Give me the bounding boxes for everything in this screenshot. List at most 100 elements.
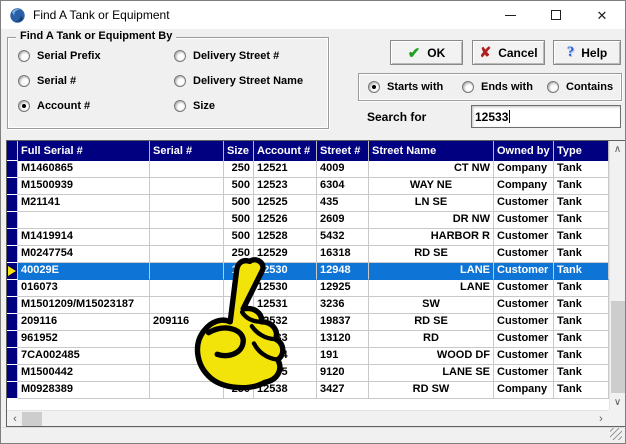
table-row[interactable]: M2114150012525435LN SECustomerTank	[7, 195, 625, 212]
table-row[interactable]: M1500442250125359120LANE SECustomerTank	[7, 365, 625, 382]
cell-owned_by: Customer	[494, 195, 554, 212]
help-button[interactable]: ? Help	[553, 40, 621, 65]
title-bar: Find A Tank or Equipment ✕	[1, 1, 625, 29]
row-indicator	[7, 331, 18, 348]
table-row[interactable]: M1460865250125214009CT NWCompanyTank	[7, 161, 625, 178]
cell-size	[224, 348, 254, 365]
minimize-button[interactable]	[487, 1, 533, 29]
table-row[interactable]: 2091162091161253219837RD SECustomerTank	[7, 314, 625, 331]
row-indicator	[7, 195, 18, 212]
maximize-icon	[551, 10, 561, 20]
cell-size: 500	[224, 229, 254, 246]
close-icon: ✕	[597, 9, 608, 22]
table-row[interactable]: M1500939500125236304WAY NECompanyTank	[7, 178, 625, 195]
radio-size[interactable]: Size	[174, 100, 215, 112]
cell-street_name: WAY NE	[369, 178, 494, 195]
scroll-right-icon[interactable]: ›	[593, 411, 609, 427]
cell-street_no: 6304	[317, 178, 369, 195]
scrollbar-corner	[609, 410, 625, 426]
cell-type: Tank	[554, 263, 609, 280]
cell-serial	[150, 161, 224, 178]
maximize-button[interactable]	[533, 1, 579, 29]
cell-owned_by: Customer	[494, 348, 554, 365]
cell-serial	[150, 365, 224, 382]
radio-account-number[interactable]: Account #	[18, 100, 90, 112]
ok-button[interactable]: ✔ OK	[390, 40, 463, 65]
cell-size: 250	[224, 382, 254, 399]
radio-icon	[368, 81, 380, 93]
vertical-scrollbar[interactable]: ∧ ∨	[609, 141, 625, 410]
column-header: Street #	[317, 141, 369, 161]
cancel-label: Cancel	[498, 46, 537, 60]
radio-label: Starts with	[387, 81, 443, 93]
cell-owned_by: Customer	[494, 229, 554, 246]
table-row[interactable]: 0160733251253012925LANECustomerTank	[7, 280, 625, 297]
cell-owned_by: Customer	[494, 246, 554, 263]
cell-full_serial: M1460865	[18, 161, 150, 178]
cell-account: 12521	[254, 161, 317, 178]
row-indicator	[7, 382, 18, 399]
cell-street_name: WOOD DF	[369, 348, 494, 365]
radio-delivery-street-number[interactable]: Delivery Street #	[174, 50, 279, 62]
radio-label: Serial Prefix	[37, 50, 101, 62]
horizontal-scrollbar[interactable]: ‹ ›	[7, 410, 609, 426]
scroll-left-icon[interactable]: ‹	[7, 411, 23, 427]
cell-full_serial: M0928389	[18, 382, 150, 399]
scroll-up-icon[interactable]: ∧	[610, 141, 625, 157]
cell-owned_by: Company	[494, 161, 554, 178]
table-row[interactable]: 7CA00248512534191WOOD DFCustomerTank	[7, 348, 625, 365]
table-row[interactable]: 40029E1201253012948LANECustomerTank	[7, 263, 625, 280]
cell-serial: 209116	[150, 314, 224, 331]
table-row[interactable]: M02477542501252916318RD SECustomerTank	[7, 246, 625, 263]
cell-size: 250	[224, 365, 254, 382]
table-row[interactable]: M0928389250125383427RD SWCompanyTank	[7, 382, 625, 399]
cell-type: Tank	[554, 212, 609, 229]
cell-serial	[150, 280, 224, 297]
radio-label: Contains	[566, 81, 613, 93]
cell-street_name: RD SW	[369, 382, 494, 399]
radio-contains[interactable]: Contains	[547, 81, 613, 93]
cell-street_no: 3427	[317, 382, 369, 399]
cell-owned_by: Customer	[494, 314, 554, 331]
cell-street_name: LANE SE	[369, 365, 494, 382]
cell-street_no: 9120	[317, 365, 369, 382]
cell-owned_by: Customer	[494, 331, 554, 348]
resize-grip-icon[interactable]	[610, 428, 622, 440]
table-row[interactable]: 9619521253313120RDCustomerTank	[7, 331, 625, 348]
column-header: Owned by	[494, 141, 554, 161]
cell-account: 12532	[254, 314, 317, 331]
cell-size: 500	[224, 195, 254, 212]
cell-street_no: 4009	[317, 161, 369, 178]
cell-serial	[150, 212, 224, 229]
vertical-scrollbar-thumb[interactable]	[611, 301, 625, 393]
radio-label: Delivery Street #	[193, 50, 279, 62]
cancel-button[interactable]: ✘ Cancel	[472, 40, 545, 65]
cell-type: Tank	[554, 348, 609, 365]
cell-street_no: 3236	[317, 297, 369, 314]
match-mode-groupbox: Starts with Ends with Contains	[358, 73, 622, 101]
column-header: Account #	[254, 141, 317, 161]
radio-serial-number[interactable]: Serial #	[18, 75, 76, 87]
cell-serial	[150, 331, 224, 348]
table-row[interactable]: M1501209/M15023187125313236SWCustomerTan…	[7, 297, 625, 314]
cell-type: Tank	[554, 297, 609, 314]
radio-serial-prefix[interactable]: Serial Prefix	[18, 50, 101, 62]
scroll-down-icon[interactable]: ∨	[610, 394, 625, 410]
close-button[interactable]: ✕	[579, 1, 625, 29]
search-input[interactable]: 12533	[471, 105, 621, 128]
radio-ends-with[interactable]: Ends with	[462, 81, 533, 93]
table-row[interactable]: 500125262609DR NWCustomerTank	[7, 212, 625, 229]
radio-starts-with[interactable]: Starts with	[368, 81, 443, 93]
radio-icon	[18, 50, 30, 62]
cell-type: Tank	[554, 331, 609, 348]
cell-street_no: 13120	[317, 331, 369, 348]
horizontal-scrollbar-thumb[interactable]	[22, 412, 42, 426]
radio-delivery-street-name[interactable]: Delivery Street Name	[174, 75, 303, 87]
cell-type: Tank	[554, 365, 609, 382]
table-row[interactable]: M1419914500125285432HARBOR RCustomerTank	[7, 229, 625, 246]
cell-full_serial: 016073	[18, 280, 150, 297]
cell-account: 12533	[254, 331, 317, 348]
cell-type: Tank	[554, 229, 609, 246]
cell-serial	[150, 195, 224, 212]
cell-full_serial: 7CA002485	[18, 348, 150, 365]
